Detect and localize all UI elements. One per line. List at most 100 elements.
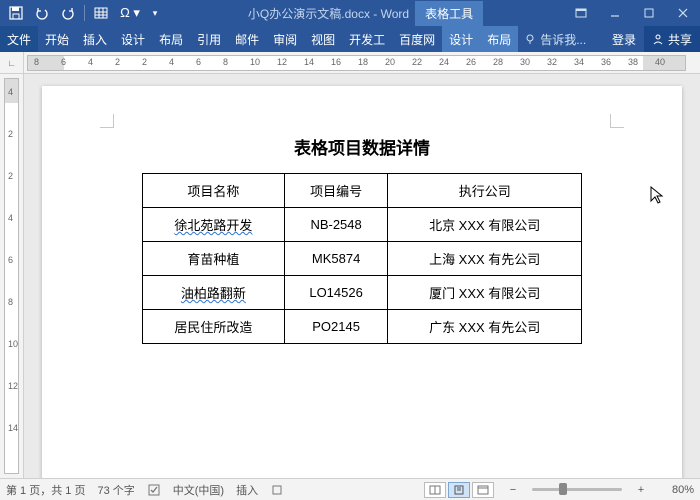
lightbulb-icon: [524, 33, 536, 45]
table-cell-name[interactable]: 育苗种植: [143, 242, 285, 276]
table-cell-company[interactable]: 广东 XXX 有先公司: [388, 310, 582, 344]
status-word-count[interactable]: 73 个字: [97, 482, 134, 498]
ruler-tick: 16: [331, 57, 341, 67]
document-scroll-area[interactable]: 表格项目数据详情 项目名称 项目编号 执行公司 徐北苑路开发NB-2548北京 …: [24, 74, 700, 478]
save-button[interactable]: [4, 2, 28, 24]
data-table[interactable]: 项目名称 项目编号 执行公司 徐北苑路开发NB-2548北京 XXX 有限公司育…: [142, 173, 582, 344]
zoom-in-button[interactable]: +: [634, 484, 648, 496]
qat-customize-button[interactable]: ▾: [147, 2, 163, 24]
workspace: 422468101214 表格项目数据详情 项目名称 项目编号 执行公司 徐北苑…: [0, 74, 700, 478]
tab-file[interactable]: 文件: [0, 26, 38, 52]
ruler-tick: 8: [34, 57, 39, 67]
table-row[interactable]: 油柏路翻新LO14526厦门 XXX 有限公司: [143, 276, 582, 310]
close-button[interactable]: [666, 0, 700, 26]
table-cell-name[interactable]: 徐北苑路开发: [143, 208, 285, 242]
status-macro-icon[interactable]: [270, 483, 284, 497]
view-web-layout[interactable]: [472, 482, 494, 498]
table-header-row[interactable]: 项目名称 项目编号 执行公司: [143, 174, 582, 208]
status-language[interactable]: 中文(中国): [173, 482, 224, 498]
zoom-level[interactable]: 80%: [660, 484, 694, 496]
tab-insert[interactable]: 插入: [76, 26, 114, 52]
status-bar: 第 1 页，共 1 页 73 个字 中文(中国) 插入 − + 80%: [0, 478, 700, 500]
table-cell-company[interactable]: 厦门 XXX 有限公司: [388, 276, 582, 310]
tab-layout[interactable]: 布局: [152, 26, 190, 52]
table-header-cell[interactable]: 项目名称: [143, 174, 285, 208]
titlebar-title: 小Q办公演示文稿.docx - Word 表格工具: [167, 1, 564, 26]
margin-corner-tl: [100, 114, 114, 128]
tab-view[interactable]: 视图: [304, 26, 342, 52]
ruler-tick: 36: [601, 57, 611, 67]
ruler-tick: 30: [520, 57, 530, 67]
view-read-mode[interactable]: [424, 482, 446, 498]
zoom-slider-thumb[interactable]: [559, 483, 567, 495]
ribbon-display-button[interactable]: [564, 0, 598, 26]
view-print-layout[interactable]: [448, 482, 470, 498]
horizontal-ruler-area: ∟ 86422468101214161820222426283032343638…: [0, 52, 700, 74]
tab-design[interactable]: 设计: [114, 26, 152, 52]
table-cell-name[interactable]: 油柏路翻新: [143, 276, 285, 310]
table-cell-code[interactable]: NB-2548: [284, 208, 388, 242]
ruler-tick: 4: [88, 57, 93, 67]
tell-me-search[interactable]: 告诉我...: [518, 26, 604, 52]
table-cell-name[interactable]: 居民住所改造: [143, 310, 285, 344]
ruler-tick: 2: [142, 57, 147, 67]
document-filename: 小Q办公演示文稿.docx - Word: [248, 5, 409, 22]
maximize-button[interactable]: [632, 0, 666, 26]
document-heading[interactable]: 表格项目数据详情: [112, 134, 612, 159]
login-button[interactable]: 登录: [604, 26, 644, 52]
share-button[interactable]: 共享: [644, 26, 700, 52]
table-cell-code[interactable]: LO14526: [284, 276, 388, 310]
tab-developer[interactable]: 开发工: [342, 26, 392, 52]
table-cell-code[interactable]: MK5874: [284, 242, 388, 276]
table-cell-company[interactable]: 上海 XXX 有先公司: [388, 242, 582, 276]
document-page[interactable]: 表格项目数据详情 项目名称 项目编号 执行公司 徐北苑路开发NB-2548北京 …: [42, 86, 682, 478]
tab-table-design[interactable]: 设计: [442, 26, 480, 52]
tab-home[interactable]: 开始: [38, 26, 76, 52]
ribbon-tabs: 文件 开始 插入 设计 布局 引用 邮件 审阅 视图 开发工 百度网 设计 布局…: [0, 26, 700, 52]
margin-corner-tr: [610, 114, 624, 128]
tell-me-label: 告诉我...: [540, 31, 586, 48]
ruler-tick: 34: [574, 57, 584, 67]
table-row[interactable]: 徐北苑路开发NB-2548北京 XXX 有限公司: [143, 208, 582, 242]
ruler-tick: 2: [115, 57, 120, 67]
undo-button[interactable]: [30, 2, 54, 24]
horizontal-ruler[interactable]: 8642246810121416182022242628303234363840: [27, 55, 686, 71]
tab-review[interactable]: 审阅: [266, 26, 304, 52]
status-proofing-icon[interactable]: [147, 483, 161, 497]
status-page[interactable]: 第 1 页，共 1 页: [6, 482, 85, 498]
symbol-button[interactable]: Ω ▾: [115, 2, 145, 24]
ruler-tick: 26: [466, 57, 476, 67]
table-row[interactable]: 育苗种植MK5874上海 XXX 有先公司: [143, 242, 582, 276]
ruler-tick: 12: [277, 57, 287, 67]
table-quick-button[interactable]: [89, 2, 113, 24]
table-cell-company[interactable]: 北京 XXX 有限公司: [388, 208, 582, 242]
view-mode-buttons: [424, 482, 494, 498]
table-row[interactable]: 居民住所改造PO2145广东 XXX 有先公司: [143, 310, 582, 344]
status-insert-mode[interactable]: 插入: [236, 482, 258, 498]
vruler-tick: 8: [8, 297, 13, 307]
minimize-button[interactable]: [598, 0, 632, 26]
vruler-tick: 14: [8, 423, 18, 433]
ruler-tick: 8: [223, 57, 228, 67]
vruler-tick: 4: [8, 213, 13, 223]
ruler-tick: 24: [439, 57, 449, 67]
zoom-slider[interactable]: [532, 488, 622, 491]
ruler-tick: 6: [196, 57, 201, 67]
table-header-cell[interactable]: 执行公司: [388, 174, 582, 208]
tab-baidu[interactable]: 百度网: [392, 26, 442, 52]
ruler-tick: 4: [169, 57, 174, 67]
table-header-cell[interactable]: 项目编号: [284, 174, 388, 208]
context-tab-label: 表格工具: [415, 1, 483, 26]
table-cell-code[interactable]: PO2145: [284, 310, 388, 344]
redo-button[interactable]: [56, 2, 80, 24]
zoom-out-button[interactable]: −: [506, 484, 520, 496]
quick-access-toolbar: Ω ▾ ▾: [0, 2, 167, 24]
ruler-corner[interactable]: ∟: [0, 52, 24, 73]
title-bar: Ω ▾ ▾ 小Q办公演示文稿.docx - Word 表格工具: [0, 0, 700, 26]
tab-references[interactable]: 引用: [190, 26, 228, 52]
ruler-tick: 6: [61, 57, 66, 67]
tab-table-layout[interactable]: 布局: [480, 26, 518, 52]
vertical-ruler[interactable]: 422468101214: [0, 74, 24, 478]
vruler-tick: 4: [8, 87, 13, 97]
tab-mailings[interactable]: 邮件: [228, 26, 266, 52]
